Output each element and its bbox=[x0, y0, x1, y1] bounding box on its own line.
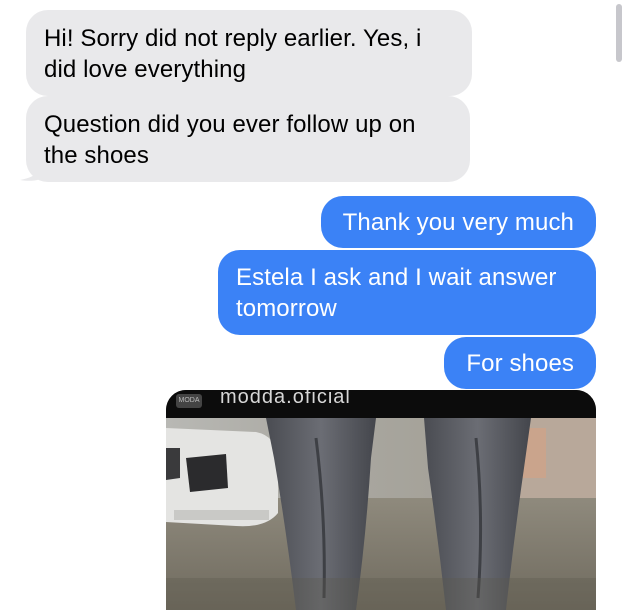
message-text: Hi! Sorry did not reply earlier. Yes, i … bbox=[44, 25, 422, 83]
message-text: For shoes bbox=[466, 350, 574, 377]
incoming-message-bubble[interactable]: Question did you ever follow up on the s… bbox=[26, 96, 470, 182]
account-avatar[interactable]: MODA bbox=[176, 394, 202, 408]
message-text: Question did you ever follow up on the s… bbox=[44, 111, 416, 169]
message-text: Thank you very much bbox=[342, 209, 574, 236]
incoming-message-bubble[interactable]: Hi! Sorry did not reply earlier. Yes, i … bbox=[26, 10, 472, 96]
shared-post-image[interactable] bbox=[166, 418, 596, 610]
account-handle[interactable]: modda.oficial bbox=[220, 390, 351, 409]
shared-post-card[interactable]: MODA modda.oficial bbox=[166, 390, 596, 610]
message-thread[interactable]: Hi! Sorry did not reply earlier. Yes, i … bbox=[0, 0, 622, 610]
message-text: Estela I ask and I wait answer tomorrow bbox=[236, 264, 557, 322]
outgoing-message-bubble[interactable]: Thank you very much bbox=[320, 196, 596, 248]
scrollbar[interactable] bbox=[616, 4, 622, 62]
bubble-tail-icon bbox=[20, 158, 46, 181]
shared-post-header: MODA modda.oficial bbox=[166, 390, 596, 418]
outgoing-message-bubble[interactable]: Estela I ask and I wait answer tomorrow bbox=[218, 250, 596, 335]
outgoing-message-bubble[interactable]: For shoes bbox=[444, 337, 596, 389]
